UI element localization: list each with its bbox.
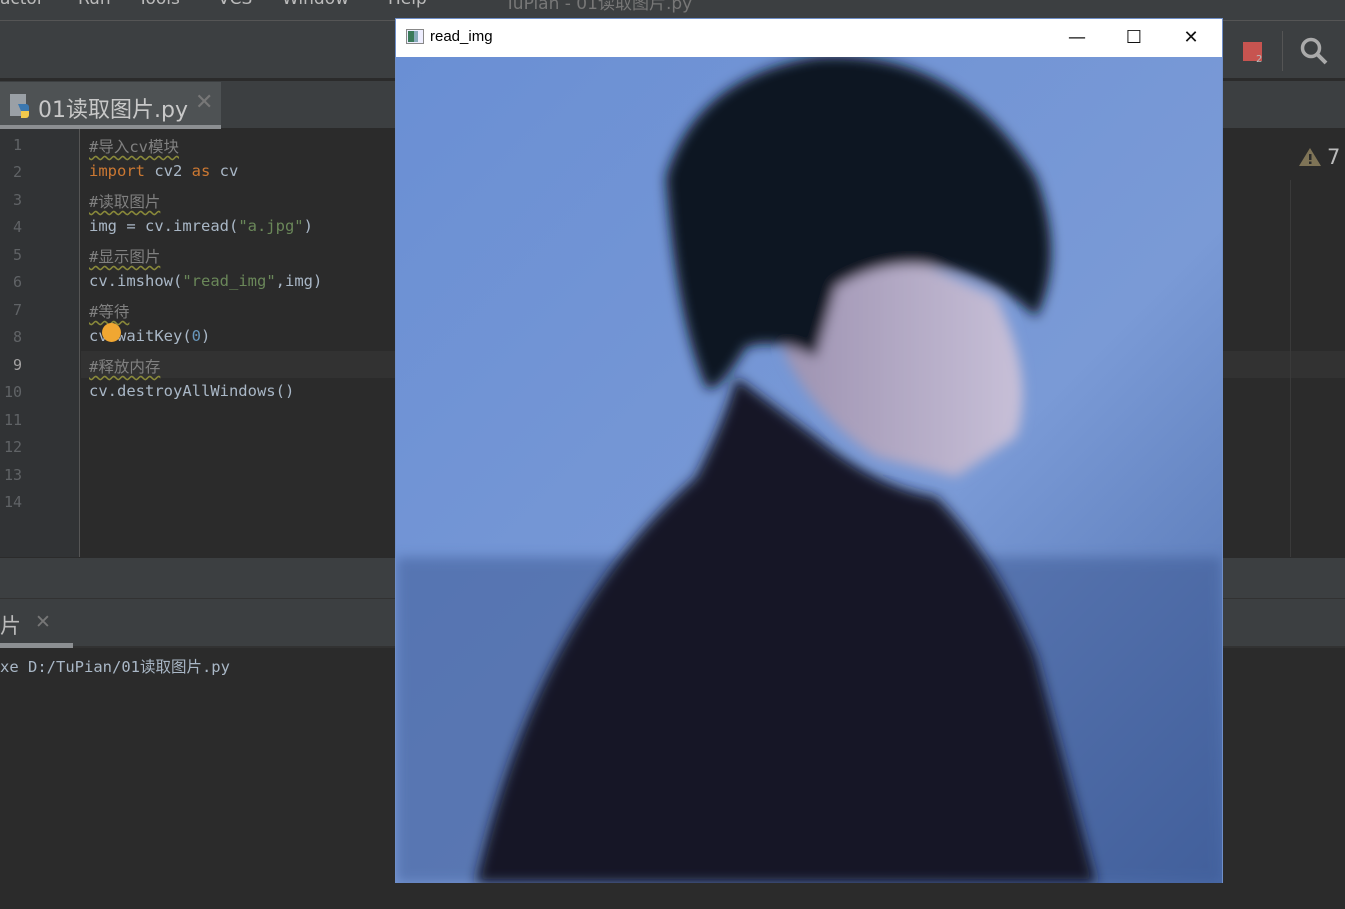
line-number: 9 bbox=[12, 356, 22, 374]
close-button[interactable]: ✕ bbox=[1168, 23, 1214, 53]
menu-window[interactable]: Window bbox=[282, 0, 349, 9]
line-number: 11 bbox=[3, 411, 22, 429]
menu-run[interactable]: Run bbox=[78, 0, 111, 9]
code-line: #释放内存 bbox=[89, 355, 160, 377]
line-number: 3 bbox=[12, 191, 22, 209]
window-title: TuPian - 01读取图片.py bbox=[505, 0, 693, 14]
warning-count: 7 bbox=[1327, 145, 1341, 169]
image-window-title: read_img bbox=[430, 28, 493, 45]
code-line: cv.destroyAllWindows() bbox=[89, 382, 294, 400]
code-text: ) bbox=[201, 327, 211, 345]
image-window[interactable]: read_img — ☐ ✕ bbox=[395, 18, 1223, 883]
code-text: cv bbox=[210, 162, 239, 180]
displayed-photo bbox=[396, 57, 1222, 883]
line-number: 14 bbox=[3, 493, 22, 511]
code-text: cv.destroyAllWindows() bbox=[89, 382, 295, 400]
line-number: 12 bbox=[3, 438, 22, 456]
comment: #释放内存 bbox=[89, 358, 161, 376]
close-run-tab-icon[interactable]: ✕ bbox=[35, 611, 51, 633]
close-tab-icon[interactable]: ✕ bbox=[195, 90, 213, 115]
keyword: import bbox=[89, 162, 145, 180]
code-line: #显示图片 bbox=[89, 245, 160, 267]
code-line: cv.imshow("read_img",img) bbox=[89, 272, 322, 290]
search-icon[interactable] bbox=[1299, 36, 1329, 66]
code-line: img = cv.imread("a.jpg") bbox=[89, 217, 313, 235]
code-text: img = cv.imread( bbox=[89, 217, 239, 235]
line-number: 13 bbox=[3, 466, 22, 484]
code-text: ) bbox=[303, 217, 313, 235]
run-tab-label: 片 bbox=[0, 614, 21, 638]
app-icon bbox=[406, 29, 424, 44]
code-text: cv2 bbox=[145, 162, 192, 180]
console-line: xe D:/TuPian/01读取图片.py bbox=[0, 658, 230, 676]
tab-file[interactable]: 01读取图片.py ✕ bbox=[0, 82, 221, 129]
line-number: 1 bbox=[12, 136, 22, 154]
lightbulb-icon[interactable] bbox=[102, 323, 121, 342]
toolbar-divider bbox=[1282, 31, 1283, 71]
code-text: cv.imshow( bbox=[89, 272, 183, 290]
string-literal: "a.jpg" bbox=[238, 217, 304, 235]
comment: #显示图片 bbox=[89, 248, 161, 266]
menu-bar: actor Run Tools VCS Window Help TuPian -… bbox=[0, 0, 1345, 20]
warning-icon[interactable] bbox=[1299, 147, 1323, 167]
menu-help[interactable]: Help bbox=[388, 0, 427, 9]
minimize-button[interactable]: — bbox=[1054, 23, 1100, 53]
string-literal: "read_img" bbox=[182, 272, 276, 290]
line-number: 8 bbox=[12, 328, 22, 346]
code-line: import cv2 as cv bbox=[89, 162, 238, 180]
code-line: #导入cv模块 bbox=[89, 135, 179, 157]
line-number: 6 bbox=[12, 273, 22, 291]
line-number: 10 bbox=[3, 383, 22, 401]
python-file-icon bbox=[10, 94, 29, 118]
menu-vcs[interactable]: VCS bbox=[218, 0, 252, 9]
code-line: #读取图片 bbox=[89, 190, 160, 212]
line-number: 7 bbox=[12, 301, 22, 319]
comment: #导入cv模块 bbox=[89, 138, 179, 156]
number-literal: 0 bbox=[191, 327, 201, 345]
menu-refactor[interactable]: actor bbox=[0, 0, 44, 9]
code-text: ,img) bbox=[275, 272, 323, 290]
tab-label: 01读取图片.py bbox=[38, 98, 188, 123]
notification-count: 2 bbox=[1256, 54, 1263, 65]
comment: #读取图片 bbox=[89, 193, 161, 211]
comment: #等待 bbox=[89, 303, 130, 321]
keyword: as bbox=[191, 162, 211, 180]
line-number: 2 bbox=[12, 163, 22, 181]
run-tab[interactable]: 片 ✕ bbox=[0, 598, 73, 648]
right-margin-guide bbox=[1290, 180, 1291, 557]
maximize-button[interactable]: ☐ bbox=[1111, 23, 1157, 53]
line-number: 4 bbox=[12, 218, 22, 236]
line-number: 5 bbox=[12, 246, 22, 264]
menu-tools[interactable]: Tools bbox=[138, 0, 180, 9]
code-line: #等待 bbox=[89, 300, 129, 322]
image-window-titlebar[interactable]: read_img — ☐ ✕ bbox=[396, 19, 1222, 57]
